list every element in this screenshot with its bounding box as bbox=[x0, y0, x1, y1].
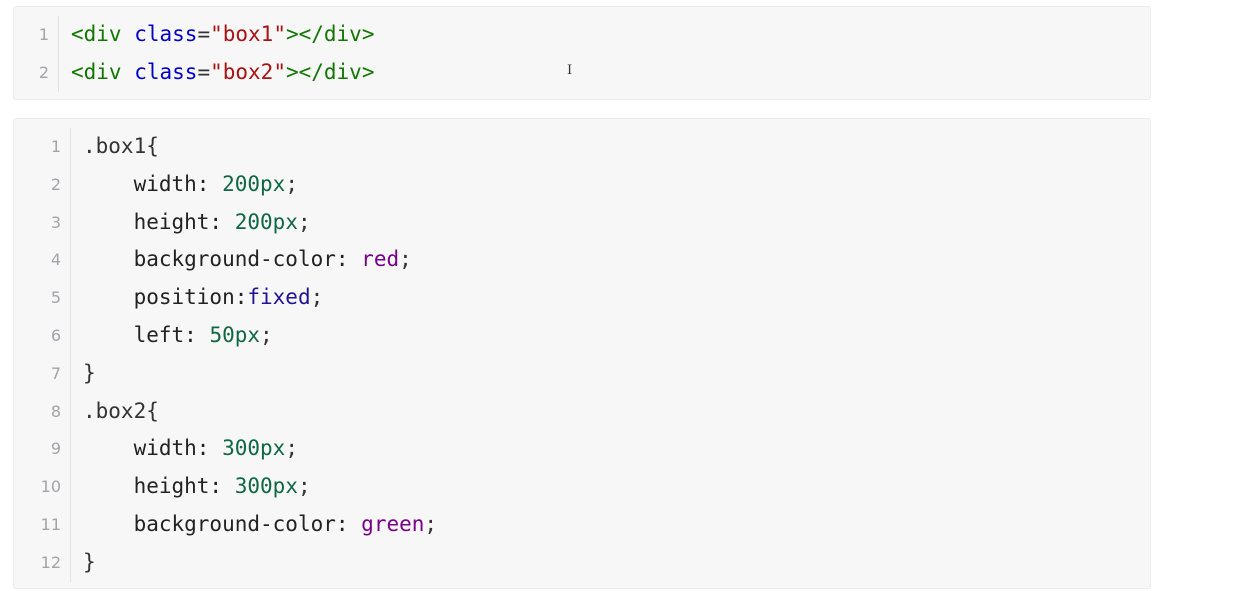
code-text[interactable]: background-color: green; bbox=[71, 506, 437, 544]
css-value: 50px bbox=[209, 322, 261, 347]
attribute-name: class bbox=[134, 59, 198, 84]
line-number: 4 bbox=[50, 250, 61, 270]
css-property: height: bbox=[133, 474, 223, 499]
line-number: 5 bbox=[50, 288, 61, 308]
css-value: fixed bbox=[247, 285, 311, 310]
code-text[interactable]: height: 200px; bbox=[71, 204, 311, 242]
line-number: 2 bbox=[38, 62, 49, 82]
css-selector: .box2{ bbox=[83, 398, 159, 423]
attribute-name: class bbox=[134, 22, 198, 46]
code-line: 5 position:fixed; bbox=[14, 279, 1150, 317]
line-number: 3 bbox=[50, 212, 61, 232]
line-number: 8 bbox=[50, 401, 61, 421]
semicolon: ; bbox=[285, 171, 298, 196]
css-selector: .box1{ bbox=[83, 134, 159, 158]
code-text[interactable]: width: 300px; bbox=[71, 430, 298, 468]
code-text[interactable]: background-color: red; bbox=[71, 241, 412, 279]
css-value: 300px bbox=[222, 436, 286, 461]
text-cursor-icon: I bbox=[567, 63, 573, 78]
code-line: 3 height: 200px; bbox=[14, 203, 1150, 242]
code-line: 10 height: 300px; bbox=[14, 468, 1150, 506]
code-line: 4 background-color: red; bbox=[14, 241, 1150, 280]
code-text[interactable]: left: 50px; bbox=[71, 317, 273, 355]
line-number: 1 bbox=[50, 137, 61, 156]
css-value: red bbox=[361, 247, 400, 272]
code-text[interactable]: width: 200px; bbox=[71, 166, 298, 204]
code-line: 1 .box1{ bbox=[14, 128, 1150, 166]
code-text[interactable]: .box1{ bbox=[71, 128, 159, 166]
semicolon: ; bbox=[297, 209, 311, 234]
css-value: 200px bbox=[234, 209, 298, 234]
code-text[interactable]: } bbox=[71, 544, 96, 582]
code-line: 2 <div class="box2"></div> bbox=[14, 53, 1150, 92]
line-number: 10 bbox=[40, 477, 61, 497]
semicolon: ; bbox=[424, 511, 438, 536]
semicolon: ; bbox=[297, 474, 311, 499]
tag-open: <div bbox=[71, 59, 122, 84]
semicolon: ; bbox=[285, 436, 298, 461]
code-text[interactable]: <div class="box1"></div> bbox=[59, 16, 374, 54]
equals-sign: = bbox=[197, 22, 211, 46]
tag-close: ></div> bbox=[285, 22, 375, 46]
code-line: 6 left: 50px; bbox=[14, 316, 1150, 355]
line-number: 11 bbox=[40, 514, 61, 534]
css-code-block: 1 .box1{ 2 width: 200px; 3 height: 200px;… bbox=[13, 118, 1151, 589]
line-number: 2 bbox=[50, 174, 61, 194]
css-value: green bbox=[361, 511, 425, 536]
semicolon: ; bbox=[310, 285, 324, 310]
semicolon: ; bbox=[399, 247, 412, 272]
line-number: 12 bbox=[40, 552, 61, 572]
css-property: background-color: bbox=[133, 247, 349, 272]
equals-sign: = bbox=[197, 59, 211, 84]
css-property: width: bbox=[133, 436, 210, 461]
line-number: 7 bbox=[50, 363, 61, 383]
css-property: background-color: bbox=[133, 511, 349, 536]
html-code-block: 1 <div class="box1"></div> 2 <div class="b… bbox=[13, 6, 1151, 100]
code-text[interactable]: height: 300px; bbox=[71, 468, 311, 506]
line-number: 9 bbox=[50, 439, 61, 459]
css-value: 200px bbox=[222, 171, 286, 196]
code-line: 12} bbox=[14, 543, 1150, 582]
code-line: 11 background-color: green; bbox=[14, 505, 1150, 544]
attribute-value: "box2" bbox=[210, 59, 286, 84]
css-property: left: bbox=[133, 322, 197, 347]
css-value: 300px bbox=[234, 474, 298, 499]
code-text[interactable]: .box2{ bbox=[71, 393, 159, 431]
code-line: 2 width: 200px; bbox=[14, 165, 1150, 204]
code-line: 9 width: 300px; bbox=[14, 430, 1150, 469]
tag-close: ></div> bbox=[285, 59, 375, 84]
code-line: 8 .box2{ bbox=[14, 392, 1150, 431]
code-text[interactable]: position:fixed; bbox=[71, 279, 324, 317]
css-property: height: bbox=[133, 209, 223, 234]
line-number: 6 bbox=[50, 325, 61, 345]
tag-open: <div bbox=[71, 22, 122, 46]
line-number: 1 bbox=[38, 25, 49, 44]
closing-brace: } bbox=[83, 360, 96, 385]
semicolon: ; bbox=[260, 322, 273, 347]
code-line: 1 <div class="box1"></div> bbox=[14, 16, 1150, 54]
attribute-value: "box1" bbox=[210, 22, 286, 46]
closing-brace: } bbox=[83, 549, 96, 574]
css-property: position: bbox=[133, 285, 248, 310]
css-property: width: bbox=[133, 171, 210, 196]
code-line: 7} bbox=[14, 354, 1150, 393]
code-text[interactable]: } bbox=[71, 355, 96, 393]
code-text[interactable]: <div class="box2"></div> bbox=[59, 54, 374, 92]
